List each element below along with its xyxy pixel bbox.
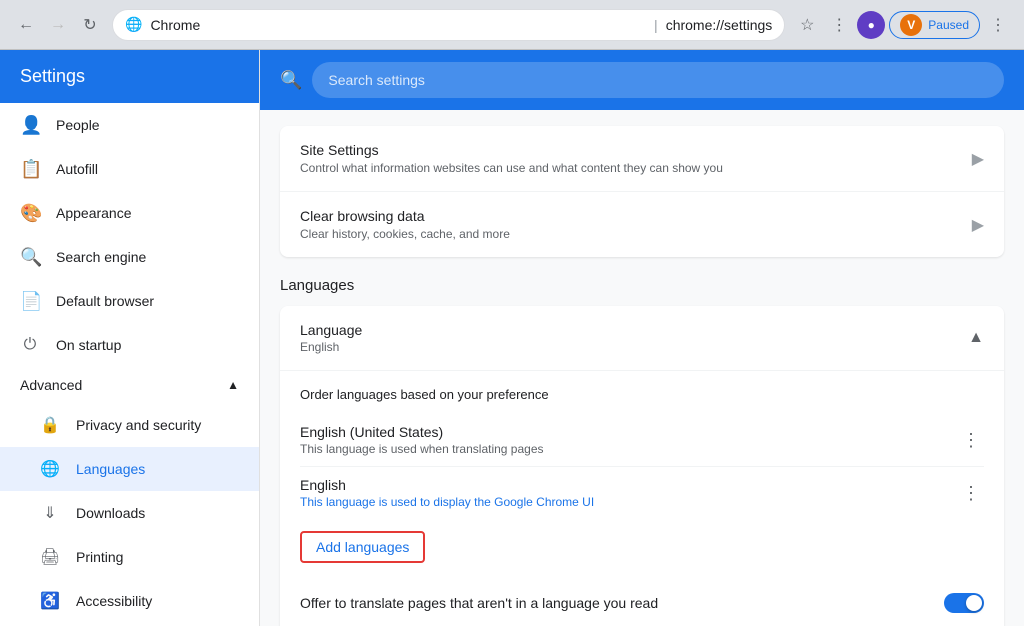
default-browser-icon: 📄 bbox=[20, 291, 40, 312]
language-collapse-icon: ▲ bbox=[968, 329, 984, 347]
globe-icon: 🌐 bbox=[125, 16, 142, 33]
sidebar-item-autofill[interactable]: 📋 Autofill bbox=[0, 147, 259, 191]
sidebar-label-people: People bbox=[56, 117, 100, 133]
browser-chrome: ← → ↻ 🌐 Chrome | chrome://settings ☆ ⋮ ●… bbox=[0, 0, 1024, 50]
printing-icon: 🖨 bbox=[40, 547, 60, 567]
languages-icon: 🌐 bbox=[40, 459, 60, 479]
site-settings-row[interactable]: Site Settings Control what information w… bbox=[280, 126, 1004, 192]
content-scroll: Site Settings Control what information w… bbox=[260, 110, 1024, 626]
sidebar-item-downloads[interactable]: ⇓ Downloads bbox=[0, 491, 259, 535]
sidebar-label-accessibility: Accessibility bbox=[76, 593, 152, 609]
clear-data-desc: Clear history, cookies, cache, and more bbox=[300, 227, 972, 241]
site-settings-title: Site Settings bbox=[300, 142, 972, 158]
sidebar-label-privacy: Privacy and security bbox=[76, 417, 201, 433]
sidebar-label-search: Search engine bbox=[56, 249, 146, 265]
search-bar: 🔍 bbox=[260, 50, 1024, 110]
sidebar-label-autofill: Autofill bbox=[56, 161, 98, 177]
clear-data-title: Clear browsing data bbox=[300, 208, 972, 224]
advanced-label: Advanced bbox=[20, 377, 82, 393]
extension-icon[interactable]: ● bbox=[857, 11, 885, 39]
translate-label: Offer to translate pages that aren't in … bbox=[300, 595, 944, 611]
address-site: Chrome bbox=[150, 17, 646, 33]
search-input[interactable] bbox=[312, 62, 1004, 98]
advanced-chevron-icon: ▲ bbox=[227, 378, 239, 392]
sidebar: Settings 👤 People 📋 Autofill 🎨 Appearanc… bbox=[0, 50, 260, 626]
lang-item-text-1: English This language is used to display… bbox=[300, 477, 958, 509]
language-header-title: Language bbox=[300, 322, 362, 338]
language-header-text: Language English bbox=[300, 322, 362, 354]
top-settings-card: Site Settings Control what information w… bbox=[280, 126, 1004, 257]
lang-item-menu-1[interactable]: ⋮ bbox=[958, 479, 984, 508]
lang-item-menu-0[interactable]: ⋮ bbox=[958, 426, 984, 455]
reload-button[interactable]: ↻ bbox=[76, 11, 104, 39]
profile-button[interactable]: V Paused bbox=[889, 11, 980, 39]
sidebar-label-downloads: Downloads bbox=[76, 505, 145, 521]
translate-toggle-row: Offer to translate pages that aren't in … bbox=[280, 579, 1004, 626]
translate-toggle[interactable] bbox=[944, 593, 984, 613]
lang-order-label: Order languages based on your preference bbox=[300, 387, 984, 402]
menu-dots-button[interactable]: ⋮ bbox=[825, 11, 853, 39]
sidebar-item-languages[interactable]: 🌐 Languages bbox=[0, 447, 259, 491]
chrome-menu-button[interactable]: ⋮ bbox=[984, 11, 1012, 39]
sidebar-title: Settings bbox=[0, 50, 259, 103]
lang-item-1: English This language is used to display… bbox=[300, 467, 984, 519]
lang-item-desc-0: This language is used when translating p… bbox=[300, 442, 958, 456]
bookmark-button[interactable]: ☆ bbox=[793, 11, 821, 39]
downloads-icon: ⇓ bbox=[40, 503, 60, 523]
forward-button[interactable]: → bbox=[44, 11, 72, 39]
language-header[interactable]: Language English ▲ bbox=[280, 306, 1004, 371]
sidebar-label-appearance: Appearance bbox=[56, 205, 132, 221]
content-area: 🔍 Site Settings Control what information… bbox=[260, 50, 1024, 626]
privacy-icon: 🔒 bbox=[40, 415, 60, 435]
main-layout: Settings 👤 People 📋 Autofill 🎨 Appearanc… bbox=[0, 50, 1024, 626]
lang-item-name-0: English (United States) bbox=[300, 424, 958, 440]
site-settings-arrow-icon: ▶ bbox=[972, 149, 984, 169]
sidebar-item-on-startup[interactable]: ⏻ On startup bbox=[0, 323, 259, 367]
sidebar-label-startup: On startup bbox=[56, 337, 121, 353]
address-divider: | bbox=[654, 17, 658, 33]
avatar: V bbox=[900, 14, 922, 36]
language-body: Order languages based on your preference… bbox=[280, 371, 1004, 579]
startup-icon: ⏻ bbox=[20, 336, 40, 354]
sidebar-item-people[interactable]: 👤 People bbox=[0, 103, 259, 147]
people-icon: 👤 bbox=[20, 115, 40, 136]
search-icon: 🔍 bbox=[280, 70, 302, 91]
advanced-section-header[interactable]: Advanced ▲ bbox=[0, 367, 259, 403]
address-url: chrome://settings bbox=[666, 17, 773, 33]
sidebar-item-printing[interactable]: 🖨 Printing bbox=[0, 535, 259, 579]
language-card: Language English ▲ Order languages based… bbox=[280, 306, 1004, 626]
autofill-icon: 📋 bbox=[20, 159, 40, 180]
lang-item-desc-1: This language is used to display the Goo… bbox=[300, 495, 958, 509]
clear-data-text: Clear browsing data Clear history, cooki… bbox=[300, 208, 972, 241]
nav-buttons: ← → ↻ bbox=[12, 11, 104, 39]
clear-data-arrow-icon: ▶ bbox=[972, 215, 984, 235]
sidebar-item-accessibility[interactable]: ♿ Accessibility bbox=[0, 579, 259, 623]
sidebar-label-languages: Languages bbox=[76, 461, 145, 477]
sidebar-label-browser: Default browser bbox=[56, 293, 154, 309]
languages-section-title: Languages bbox=[280, 277, 1004, 294]
search-engine-icon: 🔍 bbox=[20, 247, 40, 268]
appearance-icon: 🎨 bbox=[20, 203, 40, 224]
lang-item-text-0: English (United States) This language is… bbox=[300, 424, 958, 456]
back-button[interactable]: ← bbox=[12, 11, 40, 39]
sidebar-label-printing: Printing bbox=[76, 549, 123, 565]
lang-item-0: English (United States) This language is… bbox=[300, 414, 984, 467]
site-settings-text: Site Settings Control what information w… bbox=[300, 142, 972, 175]
language-header-subtitle: English bbox=[300, 340, 362, 354]
sidebar-item-appearance[interactable]: 🎨 Appearance bbox=[0, 191, 259, 235]
accessibility-icon: ♿ bbox=[40, 591, 60, 611]
toolbar-icons: ☆ ⋮ ● V Paused ⋮ bbox=[793, 11, 1012, 39]
lang-item-name-1: English bbox=[300, 477, 958, 493]
sidebar-item-search-engine[interactable]: 🔍 Search engine bbox=[0, 235, 259, 279]
address-bar[interactable]: 🌐 Chrome | chrome://settings bbox=[112, 9, 785, 41]
sidebar-item-privacy[interactable]: 🔒 Privacy and security bbox=[0, 403, 259, 447]
add-languages-button[interactable]: Add languages bbox=[300, 531, 425, 563]
clear-data-row[interactable]: Clear browsing data Clear history, cooki… bbox=[280, 192, 1004, 257]
sidebar-item-default-browser[interactable]: 📄 Default browser bbox=[0, 279, 259, 323]
site-settings-desc: Control what information websites can us… bbox=[300, 161, 972, 175]
profile-label: Paused bbox=[928, 18, 969, 32]
